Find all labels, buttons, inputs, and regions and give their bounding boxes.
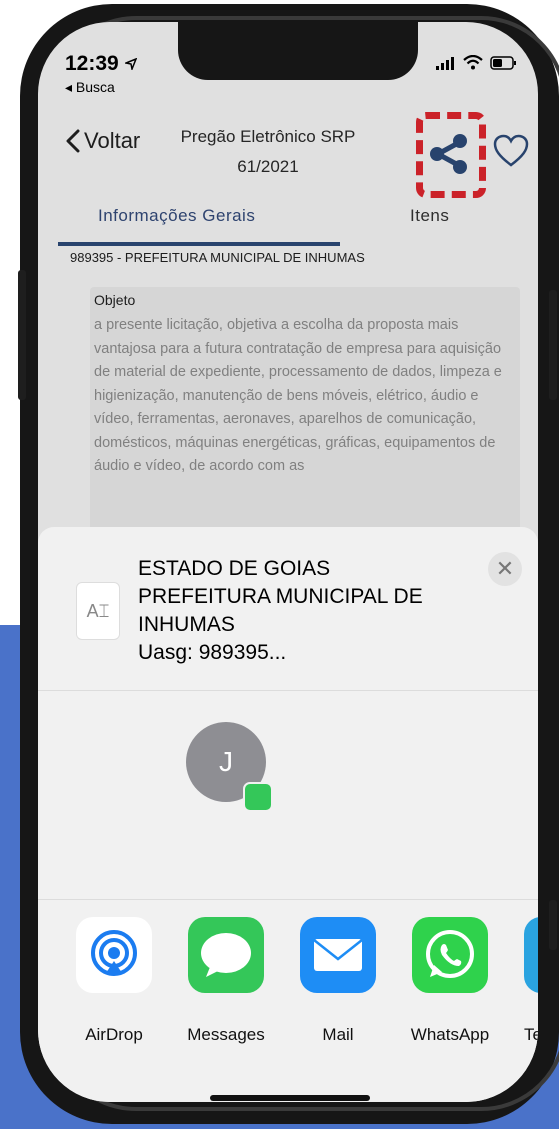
share-preview-line3: INHUMAS	[138, 613, 235, 636]
messages-badge-icon	[243, 782, 273, 812]
home-indicator	[210, 1095, 370, 1101]
share-preview-line2: PREFEITURA MUNICIPAL DE	[138, 585, 423, 608]
share-preview-line4: Uasg: 989395...	[138, 641, 287, 664]
share-preview-line1: ESTADO DE GOIAS	[138, 557, 331, 580]
telegram-icon[interactable]	[524, 917, 538, 993]
app-label-messages: Messages	[187, 1025, 265, 1044]
signal-icon	[436, 57, 454, 70]
chevron-left-icon	[66, 129, 80, 153]
messages-icon[interactable]	[188, 917, 264, 993]
share-app-row: AirDrop Messages Mail WhatsApp Te	[76, 917, 538, 1044]
navigation-bar: Voltar Pregão Eletrônico SRP 61/2021	[38, 112, 538, 202]
phone-side-button	[18, 270, 26, 400]
tab-informacoes-gerais[interactable]: Informações Gerais	[98, 206, 255, 226]
back-button-label: Voltar	[84, 128, 141, 153]
favorite-button[interactable]	[493, 134, 529, 173]
status-back-link[interactable]: ◂ Busca	[65, 79, 115, 96]
mail-icon[interactable]	[300, 917, 376, 993]
phone-screen: 12:39 ◂ Busca Voltar Pregão Eletrônico S…	[38, 22, 538, 1102]
app-label-airdrop: AirDrop	[85, 1025, 143, 1044]
heart-icon	[493, 134, 529, 167]
close-button[interactable]: ✕	[488, 552, 522, 586]
phone-lower-button	[549, 900, 557, 950]
sheet-divider	[38, 690, 538, 691]
organization-header: 989395 - PREFEITURA MUNICIPAL DE INHUMAS	[70, 250, 365, 265]
page-title-line2: 61/2021	[237, 157, 299, 176]
location-icon	[122, 58, 137, 73]
whatsapp-icon[interactable]	[412, 917, 488, 993]
battery-icon	[490, 56, 516, 70]
app-label-whatsapp: WhatsApp	[410, 1025, 490, 1044]
sheet-divider	[38, 899, 538, 900]
page-title-line1: Pregão Eletrônico SRP	[180, 127, 356, 146]
contact-initial: J	[219, 746, 233, 777]
share-button[interactable]	[418, 124, 478, 184]
share-preview-text: ESTADO DE GOIAS PREFEITURA MUNICIPAL DE …	[138, 555, 423, 667]
objeto-label: Objeto	[94, 292, 136, 308]
share-sheet: A⌶ ESTADO DE GOIAS PREFEITURA MUNICIPAL …	[38, 527, 538, 1102]
back-button[interactable]: Voltar	[66, 128, 140, 154]
status-time: 12:39	[65, 52, 137, 76]
phone-notch	[178, 22, 418, 80]
text-document-icon: A⌶	[76, 582, 120, 640]
phone-power-button	[549, 290, 557, 400]
app-label-telegram: Te	[524, 1025, 538, 1044]
close-icon: ✕	[495, 556, 515, 581]
page-title: Pregão Eletrônico SRP 61/2021	[178, 122, 358, 182]
wifi-icon	[463, 55, 483, 70]
status-icons	[436, 55, 518, 70]
active-tab-indicator	[58, 242, 340, 246]
tab-itens[interactable]: Itens	[410, 206, 449, 226]
tab-bar: Informações Gerais Itens	[38, 202, 538, 246]
share-icon	[430, 134, 467, 174]
airdrop-icon[interactable]	[76, 917, 152, 993]
app-label-mail: Mail	[322, 1025, 354, 1044]
objeto-text: a presente licitação, objetiva a escolha…	[94, 317, 502, 474]
